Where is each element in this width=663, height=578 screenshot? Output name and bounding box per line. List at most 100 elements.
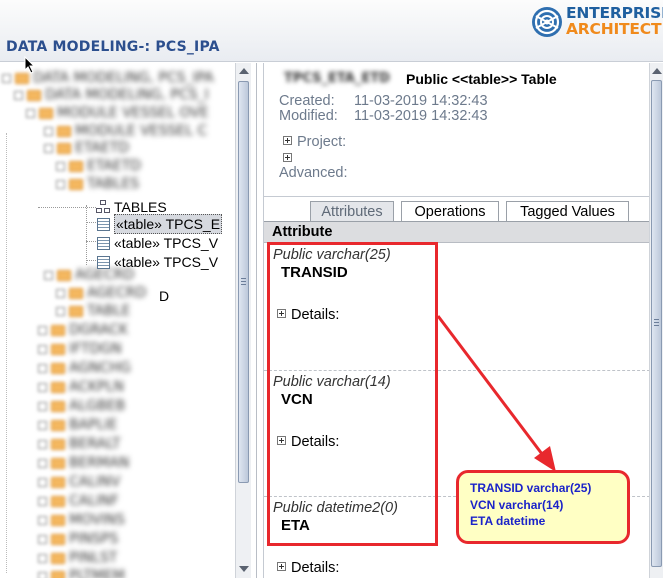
tree-expander-icon[interactable] <box>38 325 47 335</box>
folder-icon <box>69 305 83 317</box>
tree-expander-icon[interactable] <box>38 534 47 544</box>
tree-item-label: DGRACK <box>69 322 129 338</box>
tree-expander-icon[interactable] <box>38 515 47 525</box>
tree-item-blurred[interactable]: DGRACK <box>38 321 128 339</box>
tree-item-blurred[interactable]: AGECRD <box>56 284 146 302</box>
scrollbar-thumb[interactable] <box>651 80 662 567</box>
folder-icon <box>51 324 65 336</box>
expand-plus-icon[interactable] <box>283 136 292 145</box>
tree-connector <box>38 206 96 208</box>
tree-item-label: BERALT <box>69 436 121 452</box>
scrollbar-thumb[interactable] <box>238 81 249 483</box>
tree-item-blurred[interactable]: CALINF <box>38 492 119 510</box>
tree-item-label: BAPLIE <box>69 417 118 433</box>
folder-icon <box>51 400 65 412</box>
advanced-label: Advanced: <box>279 165 348 181</box>
tab-tagged-values[interactable]: Tagged Values <box>506 201 629 222</box>
tree-item-table[interactable]: «table» TPCS_V <box>97 253 218 271</box>
tree-item-blurred[interactable]: BERALT <box>38 435 121 453</box>
tree-item-blurred[interactable]: IFTDGN <box>38 340 122 358</box>
tree-item-blurred[interactable]: PLTMEM <box>38 567 125 578</box>
tree-expander-icon[interactable] <box>44 270 53 280</box>
tree-item-table[interactable]: «table» TPCS_V <box>97 234 218 252</box>
tree-expander-icon[interactable] <box>38 382 47 392</box>
tree-item-blurred[interactable]: ETAETD <box>44 139 129 157</box>
tree-expander-icon[interactable] <box>56 179 65 189</box>
project-section[interactable]: Project: <box>283 134 346 150</box>
tree-expander-icon[interactable] <box>38 553 47 563</box>
callout-line: TRANSID varchar(25) <box>470 481 592 495</box>
tree-expander-icon[interactable] <box>14 90 23 100</box>
table-icon <box>97 217 110 231</box>
folder-icon <box>51 343 65 355</box>
scroll-up-arrow-icon[interactable] <box>239 68 249 74</box>
tree-item-blurred[interactable]: AGNCHG <box>38 359 131 377</box>
modified-value: 11-03-2019 14:32:43 <box>354 108 488 124</box>
tree-item-blurred[interactable]: MOVINS <box>38 511 125 529</box>
tree-item-blurred[interactable]: MODULE VESSEL C <box>44 122 207 140</box>
tree-expander-icon[interactable] <box>44 126 53 136</box>
attributes-highlight-box <box>267 242 438 546</box>
tree-item-blurred[interactable]: DATA MODELING, PCS_I <box>14 86 209 104</box>
tree-item-blurred[interactable]: TABLE <box>56 302 130 320</box>
tree-expander-icon[interactable] <box>38 571 47 578</box>
scroll-up-arrow-icon[interactable] <box>652 68 662 74</box>
tree-item-blurred[interactable]: ALGBEB <box>38 397 125 415</box>
tree-item-label: ETAETD <box>87 158 142 174</box>
tree-item-blurred[interactable]: MODULE VESSEL OVE <box>26 104 209 122</box>
mouse-pointer-icon <box>24 56 36 74</box>
tree-expander-icon[interactable] <box>38 344 47 354</box>
tree-item-blurred[interactable]: BAPLIE <box>38 416 117 434</box>
tree-item-partial[interactable]: D <box>159 287 169 305</box>
tree-item-label: «table» TPCS_V <box>114 235 219 251</box>
tree-expander-icon[interactable] <box>44 143 53 153</box>
tree-scrollbar[interactable] <box>235 63 251 578</box>
tree-item-blurred[interactable]: PINLST <box>38 549 117 567</box>
tree-expander-icon[interactable] <box>38 439 47 449</box>
tree-expander-icon[interactable] <box>56 306 65 316</box>
tree-item-blurred[interactable]: CALINV <box>38 473 120 491</box>
project-browser-tree[interactable]: DATA MODELING, PCS_IPA DATA MODELING, PCS… <box>0 63 257 578</box>
folder-icon <box>39 107 53 119</box>
tree-expander-icon[interactable] <box>26 108 35 118</box>
tree-item-label: MOVINS <box>69 512 125 528</box>
ea-logo-icon <box>532 7 562 37</box>
tree-item-blurred[interactable]: TABLES <box>56 175 139 193</box>
tree-expander-icon[interactable] <box>2 73 11 83</box>
tree-expander-icon[interactable] <box>38 363 47 373</box>
folder-icon <box>15 72 29 84</box>
folder-icon <box>69 178 83 190</box>
attribute-details-expander[interactable]: Details: <box>277 560 339 576</box>
tree-item-blurred[interactable]: ACKPLN <box>38 378 124 396</box>
tree-expander-icon[interactable] <box>38 420 47 430</box>
tree-expander-icon[interactable] <box>56 161 65 171</box>
tree-item-label: DATA MODELING, PCS_IPA <box>33 70 214 86</box>
expand-plus-icon[interactable] <box>283 153 292 162</box>
tree-item-table[interactable]: «table» TPCS_E <box>97 214 223 234</box>
tree-expander-icon[interactable] <box>38 496 47 506</box>
attribute-column-header: Attribute <box>264 221 650 243</box>
tree-expander-icon[interactable] <box>38 401 47 411</box>
tree-item-blurred[interactable]: PINSPS <box>38 530 118 548</box>
folder-icon <box>51 570 65 578</box>
tree-item-blurred[interactable]: BERMAN <box>38 454 129 472</box>
tree-item-label: TABLES <box>87 176 140 192</box>
element-name: TPCS_ETA_ETD <box>284 71 390 86</box>
expand-plus-icon[interactable] <box>277 562 286 571</box>
folder-icon <box>57 269 71 281</box>
tab-attributes[interactable]: Attributes <box>310 201 394 222</box>
tree-item-blurred[interactable]: ETAETD <box>56 157 141 175</box>
tree-expander-icon[interactable] <box>56 288 65 298</box>
logo-text: ENTERPRISE ARCHITECT <box>566 5 663 37</box>
tree-item-label: ETAETD <box>75 140 130 156</box>
tree-item-label: PINSPS <box>69 531 119 547</box>
scroll-down-arrow-icon[interactable] <box>239 566 249 572</box>
details-scrollbar[interactable] <box>649 63 663 578</box>
tab-operations[interactable]: Operations <box>401 201 499 222</box>
folder-icon <box>51 552 65 564</box>
folder-icon <box>51 514 65 526</box>
tree-expander-icon[interactable] <box>38 477 47 487</box>
tree-expander-icon[interactable] <box>38 458 47 468</box>
tree-item-label: PLTMEM <box>69 568 125 578</box>
logo-line-2: ARCHITECT <box>566 20 662 38</box>
